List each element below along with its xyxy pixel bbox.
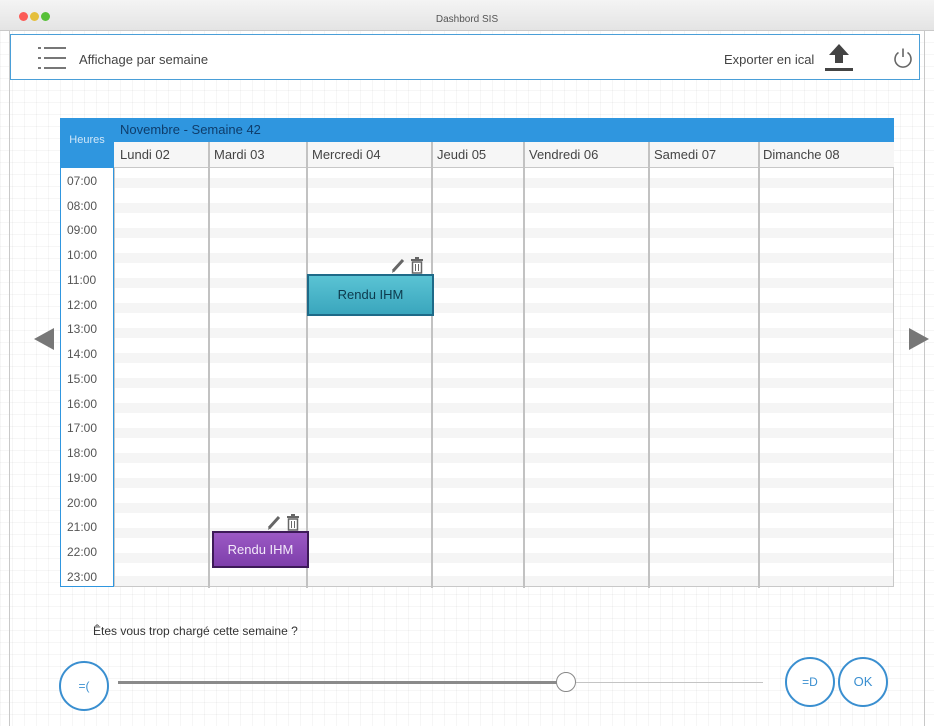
hour-label: 15:00	[67, 372, 98, 386]
hour-label: 08:00	[67, 199, 98, 213]
hour-label: 12:00	[67, 298, 98, 312]
day-header: Lundi 02	[120, 147, 170, 162]
event-block[interactable]: Rendu IHM	[307, 274, 434, 316]
hour-label: 18:00	[67, 446, 98, 460]
export-ical-link[interactable]: Exporter en ical	[724, 52, 814, 67]
event-title: Rendu IHM	[227, 542, 294, 557]
hour-label: 10:00	[67, 248, 98, 262]
month-week-title: Novembre - Semaine 42	[114, 118, 894, 142]
happy-face-label: =D	[802, 675, 818, 689]
event-title: Rendu IHM	[337, 287, 404, 302]
hour-label: 23:00	[67, 570, 98, 584]
hour-label: 19:00	[67, 471, 98, 485]
hamburger-list-icon[interactable]	[38, 45, 66, 71]
workload-question: Êtes vous trop chargé cette semaine ?	[93, 624, 298, 638]
day-header: Jeudi 05	[437, 147, 487, 162]
power-icon[interactable]	[891, 46, 915, 70]
sad-face-label: =(	[78, 679, 90, 693]
pencil-icon	[267, 515, 281, 530]
right-border	[924, 30, 925, 726]
hours-header: Heures	[60, 118, 114, 168]
hour-label: 14:00	[67, 347, 98, 361]
hour-label: 09:00	[67, 223, 98, 237]
day-header: Dimanche 08	[763, 147, 840, 162]
hour-label: 16:00	[67, 397, 98, 411]
view-mode-label[interactable]: Affichage par semaine	[79, 52, 208, 67]
day-header: Vendredi 06	[529, 147, 599, 162]
event-block[interactable]: Rendu IHM	[212, 531, 309, 568]
hours-column: 07:00 08:00 09:00 10:00 11:00 12:00 13:0…	[60, 168, 114, 587]
top-toolbar: Affichage par semaine Exporter en ical	[10, 34, 920, 80]
hour-label: 20:00	[67, 496, 98, 510]
trash-icon	[287, 514, 299, 531]
event-tools	[267, 514, 299, 531]
trash-icon	[411, 257, 423, 274]
day-header: Mercredi 04	[312, 147, 381, 162]
happy-face-button[interactable]: =D	[785, 657, 835, 707]
slider-thumb[interactable]	[556, 672, 576, 692]
hour-label: 13:00	[67, 322, 98, 336]
calendar-grid[interactable]	[114, 142, 894, 588]
sad-face-button[interactable]: =(	[59, 661, 109, 711]
day-header: Samedi 07	[654, 147, 717, 162]
pencil-icon	[391, 258, 405, 273]
day-header-row: Lundi 02 Mardi 03 Mercredi 04 Jeudi 05 V…	[114, 142, 894, 168]
hour-label: 21:00	[67, 520, 98, 534]
slider-track-filled[interactable]	[118, 681, 568, 684]
triangle-left-icon[interactable]	[34, 328, 54, 350]
week-calendar: Heures Novembre - Semaine 42 Lundi 02 Ma…	[58, 116, 896, 589]
left-border	[9, 30, 10, 726]
slider-track-empty[interactable]	[576, 682, 763, 683]
event-tools	[391, 257, 423, 274]
day-header: Mardi 03	[214, 147, 265, 162]
upload-icon[interactable]	[823, 43, 855, 73]
hour-label: 07:00	[67, 174, 98, 188]
ok-button[interactable]: OK	[838, 657, 888, 707]
window-titlebar: Dashbord SIS	[0, 0, 934, 31]
hour-label: 22:00	[67, 545, 98, 559]
ok-label: OK	[853, 674, 873, 689]
triangle-right-icon[interactable]	[909, 328, 929, 350]
hour-label: 17:00	[67, 421, 98, 435]
hour-label: 11:00	[67, 273, 97, 287]
window-title: Dashbord SIS	[435, 14, 499, 25]
